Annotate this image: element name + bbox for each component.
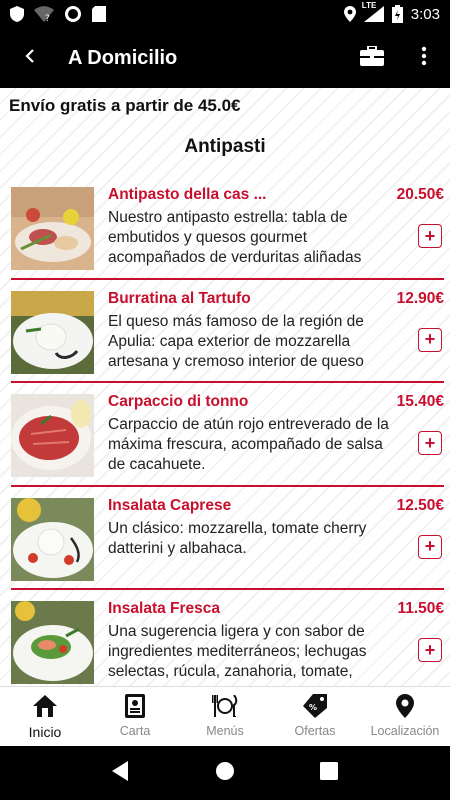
- offers-tag-icon: %: [303, 693, 327, 719]
- menu-card-icon: [125, 693, 145, 719]
- dish-name: Antipasto della cas ...: [108, 186, 267, 203]
- nav-recents-button[interactable]: [319, 761, 338, 785]
- dish-image: [11, 601, 94, 684]
- section-title: Antipasti: [184, 136, 266, 157]
- page-title: A Domicilio: [68, 46, 178, 69]
- dish-description: Un clásico: mozzarella, tomate cherry da…: [108, 519, 367, 557]
- tab-label: Localización: [370, 724, 440, 738]
- tab-carta[interactable]: Carta: [90, 687, 180, 746]
- back-arrow-icon: [23, 48, 37, 69]
- dish-image: [11, 497, 94, 581]
- battery-icon: [391, 5, 403, 23]
- record-icon: [64, 5, 82, 23]
- tab-label: Carta: [119, 724, 151, 738]
- svg-text:?: ?: [45, 14, 50, 22]
- dish-description: Carpaccio de atún rojo entreverado de la…: [108, 416, 389, 473]
- shield-icon: [10, 6, 24, 22]
- free-delivery-banner: Envío gratis a partir de 45.0€: [9, 96, 241, 115]
- tab-menus[interactable]: Menús: [180, 687, 270, 746]
- wifi-icon: ?: [34, 6, 54, 22]
- menu-item[interactable]: Insalata Fresca 11.50€ Una sugerencia li…: [11, 590, 444, 686]
- home-icon: [33, 693, 57, 719]
- app-bar: A Domicilio: [0, 28, 450, 88]
- network-type: LTE: [361, 1, 377, 10]
- tab-localizacion[interactable]: Localización: [360, 687, 450, 746]
- dish-image: [11, 394, 94, 477]
- bottom-tab-bar: Inicio Carta Menús % Ofertas Localizació…: [0, 686, 450, 746]
- briefcase-icon: [360, 44, 384, 71]
- signal-icon: LTE: [362, 1, 384, 22]
- menu-content[interactable]: Envío gratis a partir de 45.0€ Antipasti…: [0, 88, 450, 686]
- back-button[interactable]: [0, 28, 60, 88]
- dish-price: 15.40€: [396, 393, 444, 410]
- status-bar: ? LTE 3:03: [0, 0, 450, 28]
- add-to-cart-button[interactable]: +: [418, 638, 442, 662]
- dish-description: Una sugerencia ligera y con sabor de ing…: [108, 623, 367, 680]
- tab-label: Inicio: [28, 724, 62, 740]
- tab-inicio[interactable]: Inicio: [0, 687, 90, 746]
- briefcase-button[interactable]: [346, 28, 398, 88]
- overflow-menu-button[interactable]: [398, 28, 450, 88]
- nav-home-button[interactable]: [215, 761, 235, 786]
- tab-label: Menús: [206, 724, 244, 738]
- tab-ofertas[interactable]: % Ofertas: [270, 687, 360, 746]
- sd-card-icon: [92, 6, 106, 22]
- clock: 3:03: [410, 5, 440, 23]
- svg-text:%: %: [309, 703, 317, 712]
- tab-label: Ofertas: [294, 724, 336, 738]
- location-pin-icon: [396, 693, 414, 719]
- add-to-cart-button[interactable]: +: [418, 224, 442, 248]
- dish-name: Insalata Fresca: [108, 600, 221, 617]
- menu-item[interactable]: Burratina al Tartufo 12.90€ El queso más…: [11, 280, 444, 383]
- nav-back-button[interactable]: [112, 760, 130, 786]
- dish-price: 12.90€: [396, 289, 444, 307]
- add-to-cart-button[interactable]: +: [418, 431, 442, 455]
- dish-description: Nuestro antipasto estrella: tabla de emb…: [108, 209, 362, 266]
- dish-image: [11, 290, 94, 374]
- add-to-cart-button[interactable]: +: [418, 327, 442, 352]
- dish-price: 20.50€: [396, 186, 444, 203]
- system-nav-bar: [0, 746, 450, 800]
- menu-item[interactable]: Insalata Caprese 12.50€ Un clásico: mozz…: [11, 487, 444, 590]
- location-icon: [343, 6, 356, 22]
- dish-image: [11, 187, 94, 270]
- add-to-cart-button[interactable]: +: [418, 534, 442, 559]
- menu-item[interactable]: Antipasto della cas ... 20.50€ Nuestro a…: [11, 176, 444, 280]
- dish-description: El queso más famoso de la región de Apul…: [108, 312, 364, 370]
- dish-name: Burratina al Tartufo: [108, 289, 251, 307]
- dish-price: 12.50€: [396, 496, 444, 514]
- cutlery-icon: [212, 693, 238, 719]
- menu-item[interactable]: Carpaccio di tonno 15.40€ Carpaccio de a…: [11, 383, 444, 487]
- dish-price: 11.50€: [397, 600, 444, 617]
- more-vert-icon: [421, 46, 427, 71]
- dish-name: Carpaccio di tonno: [108, 393, 249, 410]
- dish-name: Insalata Caprese: [108, 496, 232, 514]
